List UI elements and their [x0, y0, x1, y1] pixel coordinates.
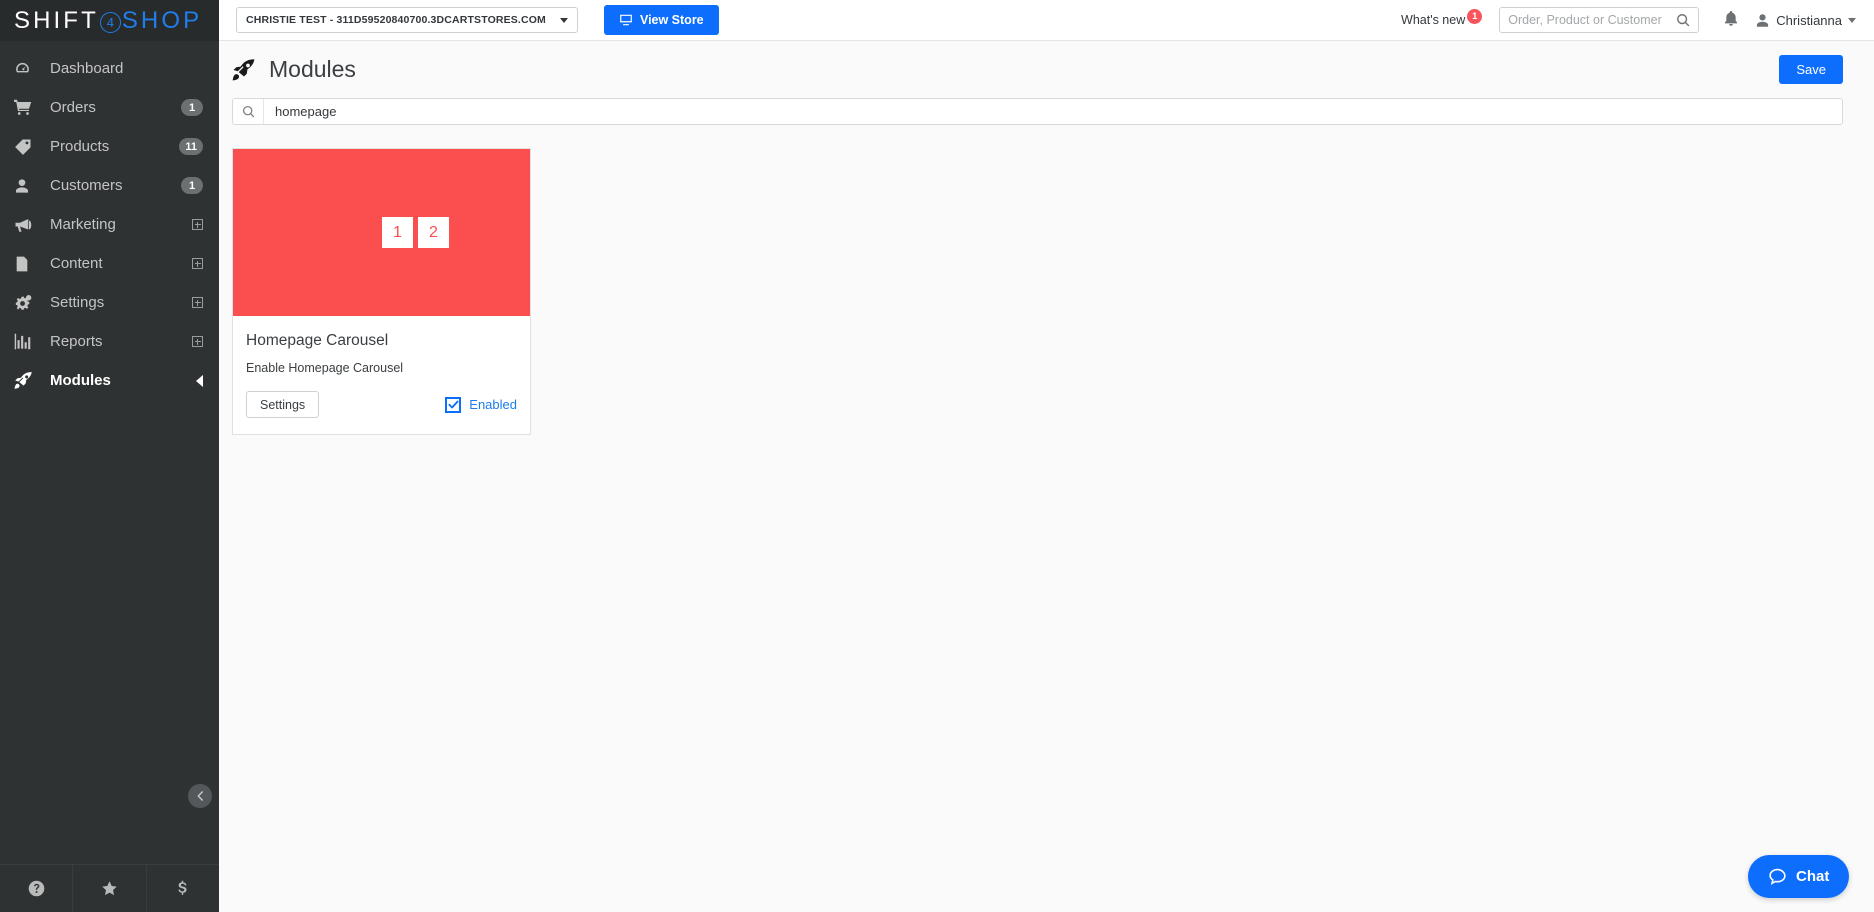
save-button[interactable]: Save	[1779, 55, 1843, 84]
chevron-down-icon	[559, 17, 568, 23]
module-search[interactable]	[232, 98, 1843, 125]
sidebar-item-label: Settings	[50, 294, 105, 311]
monitor-icon	[620, 14, 632, 26]
whats-new-badge: 1	[1467, 9, 1483, 24]
logo-text: SHIFT 4 SHOP	[14, 7, 202, 35]
enabled-checkbox[interactable]	[445, 396, 462, 413]
help-icon	[28, 880, 44, 897]
page-title: Modules	[269, 56, 356, 82]
module-thumbnail: 1 2	[233, 149, 530, 316]
module-card-grid: 1 2 Homepage Carousel Enable Homepage Ca…	[219, 125, 1874, 435]
sidebar-item-content[interactable]: Content	[0, 244, 219, 283]
favorites-button[interactable]	[73, 865, 147, 912]
enabled-label: Enabled	[469, 397, 517, 412]
megaphone-icon	[14, 216, 40, 234]
sidebar-item-label: Reports	[50, 333, 103, 350]
module-search-row	[219, 98, 1874, 125]
chevron-left-icon	[196, 374, 203, 387]
sidebar-item-modules[interactable]: Modules	[0, 361, 219, 400]
sidebar-footer	[0, 864, 219, 912]
user-icon	[14, 178, 40, 194]
star-icon	[102, 881, 117, 896]
expand-plus-icon[interactable]	[192, 336, 203, 347]
bell-icon	[1725, 10, 1738, 26]
chat-bubble-icon	[1769, 868, 1786, 885]
sidebar-item-products[interactable]: Products 11	[0, 127, 219, 166]
view-store-label: View Store	[639, 13, 704, 27]
sidebar-item-dashboard[interactable]: Dashboard	[0, 49, 219, 88]
sidebar-item-label: Orders	[50, 99, 96, 116]
logo-part-1: SHIFT	[14, 6, 99, 34]
whats-new-link[interactable]: What's new 1	[1401, 9, 1483, 27]
sidebar-badge-customers: 1	[181, 177, 203, 194]
sidebar-collapse-button[interactable]	[188, 784, 212, 808]
dashboard-icon	[14, 60, 40, 77]
expand-plus-icon[interactable]	[192, 258, 203, 269]
carousel-slide-previews: 1 2	[382, 217, 449, 248]
main-content: Modules Save 1 2 Homepage Carousel Enabl…	[219, 41, 1874, 912]
rocket-icon	[232, 57, 256, 82]
checkmark-icon	[448, 400, 459, 409]
sidebar-item-label: Marketing	[50, 216, 116, 233]
chevron-down-icon	[1848, 17, 1856, 23]
logo-four-badge: 4	[99, 11, 121, 33]
sidebar-item-label: Modules	[50, 372, 111, 389]
sidebar-item-settings[interactable]: Settings	[0, 283, 219, 322]
user-name: Christianna	[1776, 12, 1842, 28]
view-store-button[interactable]: View Store	[603, 5, 719, 35]
sidebar-item-orders[interactable]: Orders 1	[0, 88, 219, 127]
sidebar-badge-products: 11	[179, 138, 203, 155]
store-selector-label: CHRISTIE TEST - 311D59520840700.3DCARTST…	[246, 14, 546, 26]
top-bar: CHRISTIE TEST - 311D59520840700.3DCARTST…	[219, 0, 1874, 41]
module-card-body: Homepage Carousel Enable Homepage Carous…	[233, 316, 530, 375]
search-icon	[233, 99, 264, 124]
chat-button[interactable]: Chat	[1748, 855, 1850, 898]
whats-new-label: What's new	[1401, 13, 1466, 27]
notifications-button[interactable]	[1723, 9, 1739, 32]
module-search-input[interactable]	[264, 104, 1842, 119]
global-search[interactable]	[1499, 7, 1700, 33]
sidebar-badge-orders: 1	[181, 99, 203, 116]
store-selector[interactable]: CHRISTIE TEST - 311D59520840700.3DCARTST…	[236, 7, 578, 33]
gears-icon	[14, 293, 40, 312]
module-enable-toggle[interactable]: Enabled	[445, 396, 517, 413]
sidebar-item-label: Content	[50, 255, 103, 272]
sidebar-item-customers[interactable]: Customers 1	[0, 166, 219, 205]
carousel-slide-1: 1	[382, 217, 413, 248]
sidebar-nav: Dashboard Orders 1 Products 11 Customers…	[0, 41, 219, 864]
sidebar-item-label: Products	[50, 138, 110, 155]
module-description: Enable Homepage Carousel	[246, 361, 404, 375]
collapse-left-icon	[197, 791, 204, 801]
sidebar-item-label: Dashboard	[50, 60, 124, 77]
search-icon[interactable]	[1676, 13, 1690, 27]
module-card[interactable]: 1 2 Homepage Carousel Enable Homepage Ca…	[232, 148, 531, 435]
brand-logo[interactable]: SHIFT 4 SHOP	[0, 0, 219, 41]
page-header: Modules Save	[219, 41, 1874, 98]
logo-part-2: SHOP	[121, 6, 203, 34]
expand-plus-icon[interactable]	[192, 297, 203, 308]
help-button[interactable]	[0, 865, 74, 912]
rocket-icon	[14, 371, 40, 390]
module-title: Homepage Carousel	[246, 332, 389, 349]
tag-icon	[14, 138, 40, 156]
sidebar-item-label: Customers	[50, 177, 123, 194]
document-icon	[14, 256, 40, 272]
carousel-slide-2: 2	[418, 217, 449, 248]
cart-icon	[14, 99, 40, 117]
sidebar-item-marketing[interactable]: Marketing	[0, 205, 219, 244]
dollar-icon	[178, 880, 187, 895]
avatar	[1757, 13, 1769, 27]
module-card-footer: Settings Enabled	[233, 375, 530, 434]
expand-plus-icon[interactable]	[192, 219, 203, 230]
sidebar: SHIFT 4 SHOP Dashboard Orders 1 Products 1…	[0, 0, 219, 912]
billing-button[interactable]	[147, 865, 219, 912]
chat-label: Chat	[1796, 868, 1830, 885]
sidebar-item-reports[interactable]: Reports	[0, 322, 219, 361]
bar-chart-icon	[14, 333, 40, 350]
global-search-input[interactable]	[1508, 13, 1677, 27]
user-menu[interactable]: Christianna	[1755, 13, 1856, 28]
module-settings-button[interactable]: Settings	[246, 391, 320, 418]
top-bar-right: What's new 1 Christianna	[1401, 7, 1874, 33]
